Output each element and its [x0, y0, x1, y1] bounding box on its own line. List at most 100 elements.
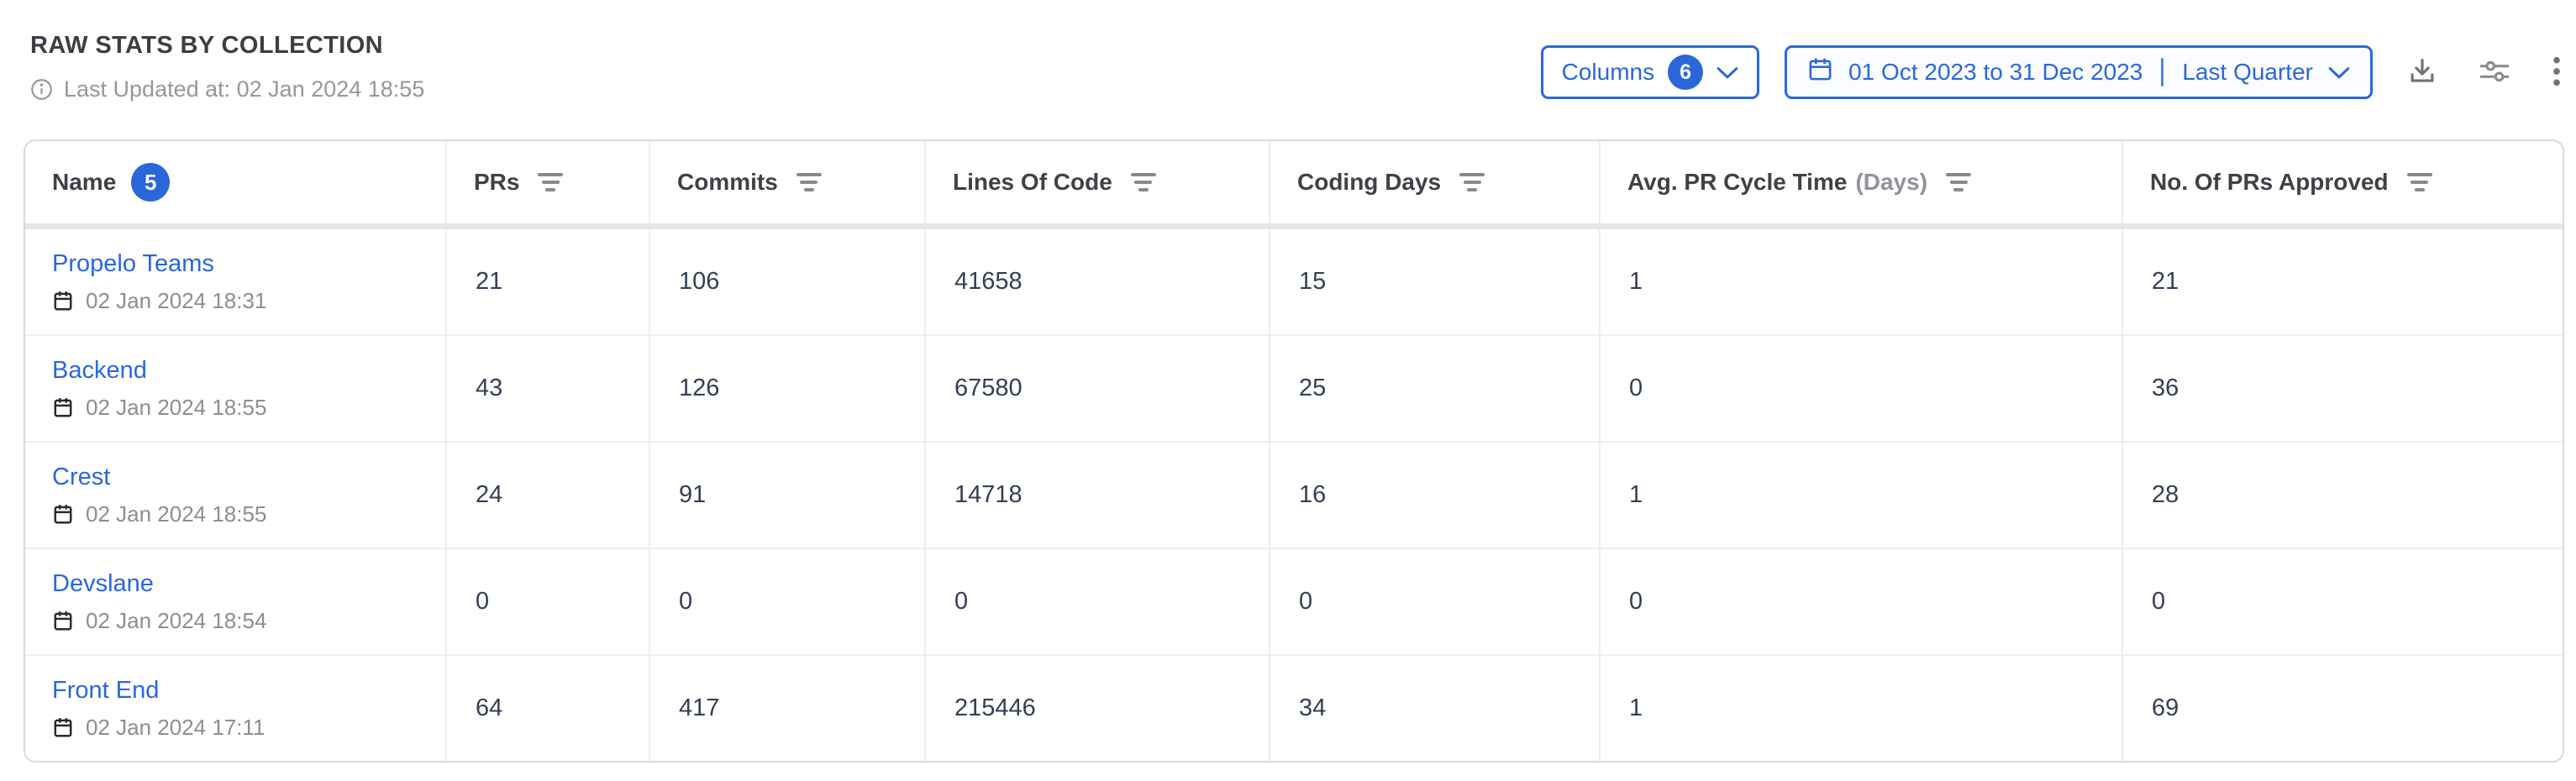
table-settings-button[interactable] — [2477, 55, 2512, 90]
date-preset-text: Last Quarter — [2182, 59, 2313, 86]
prs-approved-cell: 28 — [2123, 443, 2563, 548]
commits-cell: 417 — [650, 656, 926, 761]
prs-cell: 64 — [447, 656, 650, 761]
prs-cell: 21 — [447, 229, 650, 334]
table-header-row: Name 5 PRs Commits Lines Of Code Coding … — [25, 141, 2563, 229]
column-label: Lines Of Code — [953, 169, 1112, 196]
calendar-icon — [52, 609, 74, 632]
avg-pr-cycle-time-cell: 0 — [1601, 336, 2123, 441]
column-header-coding-days: Coding Days — [1270, 141, 1601, 223]
chevron-down-icon — [1716, 59, 1738, 86]
last-updated-text: Last Updated at: 02 Jan 2024 18:55 — [64, 76, 424, 102]
column-header-avg-pr-cycle-time: Avg. PR Cycle Time (Days) — [1601, 141, 2123, 223]
lines-of-code-cell: 0 — [926, 549, 1270, 654]
lines-of-code-cell: 14718 — [926, 443, 1270, 548]
column-label-suffix: (Days) — [1855, 169, 1927, 196]
table-row: Devslane 02 Jan 2024 18:54 0 0 0 0 0 0 — [25, 549, 2563, 656]
collection-link[interactable]: Devslane — [52, 570, 154, 598]
column-header-lines-of-code: Lines Of Code — [926, 141, 1270, 223]
row-updated-text: 02 Jan 2024 18:31 — [86, 288, 266, 314]
name-cell: Devslane 02 Jan 2024 18:54 — [25, 549, 447, 654]
calendar-icon — [52, 715, 74, 739]
row-last-updated: 02 Jan 2024 18:55 — [52, 501, 266, 527]
row-last-updated: 02 Jan 2024 17:11 — [52, 715, 265, 741]
calendar-icon — [52, 396, 74, 419]
commits-cell: 0 — [650, 549, 926, 654]
avg-pr-cycle-time-cell: 0 — [1601, 549, 2123, 654]
calendar-icon — [52, 289, 74, 312]
filter-icon[interactable] — [1946, 173, 1971, 191]
table-row: Propelo Teams 02 Jan 2024 18:31 21 106 4… — [25, 229, 2563, 336]
table-body: Propelo Teams 02 Jan 2024 18:31 21 106 4… — [25, 229, 2563, 761]
row-updated-text: 02 Jan 2024 18:55 — [86, 501, 266, 527]
prs-cell: 24 — [447, 443, 650, 548]
collection-link[interactable]: Propelo Teams — [52, 250, 214, 278]
column-label: Coding Days — [1297, 169, 1441, 196]
column-label: Name — [52, 169, 116, 196]
row-updated-text: 02 Jan 2024 17:11 — [86, 715, 265, 741]
filter-icon[interactable] — [1459, 173, 1485, 191]
filter-icon[interactable] — [538, 173, 563, 191]
page-header: RAW STATS BY COLLECTION Last Updated at:… — [0, 0, 2576, 102]
date-separator — [2161, 58, 2163, 86]
calendar-icon — [1807, 56, 1833, 88]
column-label: No. Of PRs Approved — [2150, 169, 2389, 196]
column-header-prs-approved: No. Of PRs Approved — [2123, 141, 2563, 223]
commits-cell: 126 — [650, 336, 926, 441]
column-header-name: Name 5 — [25, 141, 447, 223]
filter-icon[interactable] — [2407, 173, 2432, 191]
table-row: Crest 02 Jan 2024 18:55 24 91 14718 16 1… — [25, 443, 2563, 549]
prs-cell: 0 — [447, 549, 650, 654]
raw-stats-table: Name 5 PRs Commits Lines Of Code Coding … — [24, 139, 2564, 763]
row-updated-text: 02 Jan 2024 18:54 — [86, 608, 266, 634]
sliders-icon — [2477, 55, 2512, 90]
name-cell: Crest 02 Jan 2024 18:55 — [25, 443, 447, 548]
columns-label: Columns — [1562, 59, 1654, 86]
row-last-updated: 02 Jan 2024 18:54 — [52, 608, 266, 634]
prs-approved-cell: 21 — [2123, 229, 2563, 334]
coding-days-cell: 0 — [1270, 549, 1601, 654]
date-range-text: 01 Oct 2023 to 31 Dec 2023 — [1848, 59, 2142, 86]
commits-cell: 91 — [650, 443, 926, 548]
column-label: PRs — [474, 169, 519, 196]
date-range-picker[interactable]: 01 Oct 2023 to 31 Dec 2023 Last Quarter — [1785, 45, 2373, 99]
columns-dropdown-button[interactable]: Columns 6 — [1541, 45, 1759, 99]
name-count-badge: 5 — [131, 163, 170, 202]
collection-link[interactable]: Front End — [52, 677, 159, 705]
row-last-updated: 02 Jan 2024 18:31 — [52, 288, 266, 314]
column-header-commits: Commits — [650, 141, 926, 223]
prs-cell: 43 — [447, 336, 650, 441]
download-icon — [2406, 55, 2438, 90]
coding-days-cell: 34 — [1270, 656, 1601, 761]
prs-approved-cell: 36 — [2123, 336, 2563, 441]
table-row: Front End 02 Jan 2024 17:11 64 417 21544… — [25, 656, 2563, 761]
columns-count-badge: 6 — [1668, 55, 1703, 90]
row-last-updated: 02 Jan 2024 18:55 — [52, 395, 266, 421]
commits-cell: 106 — [650, 229, 926, 334]
coding-days-cell: 15 — [1270, 229, 1601, 334]
coding-days-cell: 16 — [1270, 443, 1601, 548]
collection-link[interactable]: Backend — [52, 357, 147, 385]
avg-pr-cycle-time-cell: 1 — [1601, 656, 2123, 761]
name-cell: Backend 02 Jan 2024 18:55 — [25, 336, 447, 441]
more-options-button[interactable] — [2551, 55, 2563, 91]
column-header-prs: PRs — [447, 141, 650, 223]
row-updated-text: 02 Jan 2024 18:55 — [86, 395, 266, 421]
lines-of-code-cell: 41658 — [926, 229, 1270, 334]
calendar-icon — [52, 502, 74, 526]
filter-icon[interactable] — [1131, 173, 1156, 191]
toolbar: Columns 6 01 Oct 2023 to 31 Dec 2023 Las… — [1541, 45, 2563, 99]
avg-pr-cycle-time-cell: 1 — [1601, 443, 2123, 548]
column-label: Commits — [677, 169, 778, 196]
lines-of-code-cell: 67580 — [926, 336, 1270, 441]
filter-icon[interactable] — [796, 173, 822, 191]
collection-link[interactable]: Crest — [52, 464, 110, 491]
prs-approved-cell: 0 — [2123, 549, 2563, 654]
column-label: Avg. PR Cycle Time — [1627, 169, 1847, 196]
avg-pr-cycle-time-cell: 1 — [1601, 229, 2123, 334]
kebab-menu-icon — [2551, 55, 2563, 91]
coding-days-cell: 25 — [1270, 336, 1601, 441]
table-row: Backend 02 Jan 2024 18:55 43 126 67580 2… — [25, 336, 2563, 443]
prs-approved-cell: 69 — [2123, 656, 2563, 761]
download-button[interactable] — [2406, 55, 2438, 90]
